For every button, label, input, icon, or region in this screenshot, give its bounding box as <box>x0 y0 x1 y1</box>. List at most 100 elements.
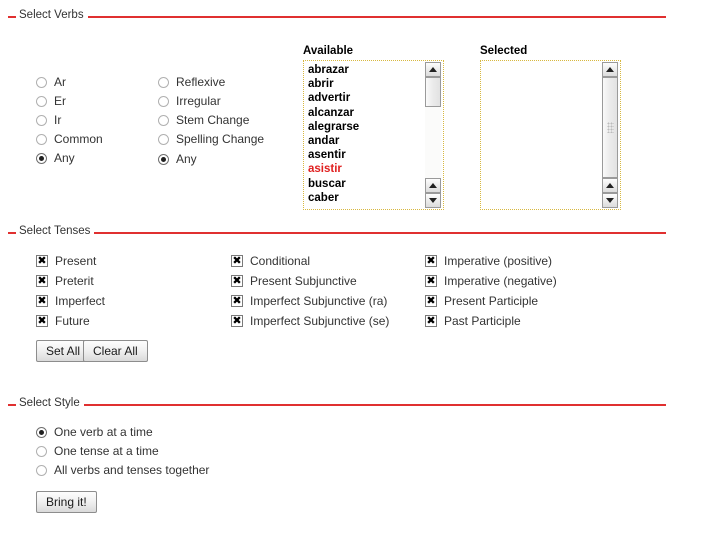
checkbox-present-subjunctive[interactable]: ✖ <box>231 275 243 287</box>
checkbox-imperative-positive[interactable]: ✖ <box>425 255 437 267</box>
radio-label-ar: Ar <box>54 75 66 89</box>
radio-row-stem-change[interactable]: Stem Change <box>158 112 249 128</box>
checkbox-imperative-negative[interactable]: ✖ <box>425 275 437 287</box>
radio-row-ar[interactable]: Ar <box>36 74 66 90</box>
radio-all-verbs-and-tenses[interactable] <box>36 464 47 476</box>
radio-reflexive[interactable] <box>158 76 169 88</box>
checkbox-row-imperfect-subjunctive-se[interactable]: ✖ Imperfect Subjunctive (se) <box>231 313 389 329</box>
checkbox-label-imperative-negative: Imperative (negative) <box>444 274 557 288</box>
radio-row-any-form[interactable]: Any <box>158 151 197 167</box>
radio-row-one-verb-at-a-time[interactable]: One verb at a time <box>36 424 153 440</box>
radio-label-stem-change: Stem Change <box>176 113 250 127</box>
radio-row-all-verbs-and-tenses[interactable]: All verbs and tenses together <box>36 462 209 478</box>
checkbox-row-present[interactable]: ✖ Present <box>36 253 96 269</box>
selected-list-items[interactable] <box>485 63 598 209</box>
scroll-up-arrow-icon-bottom[interactable] <box>602 178 618 193</box>
available-list-header: Available <box>303 45 354 57</box>
triangle-up-icon <box>429 183 437 188</box>
radio-any-type[interactable] <box>36 152 47 164</box>
bring-it-button[interactable]: Bring it! <box>36 491 97 513</box>
radio-row-spelling-change[interactable]: Spelling Change <box>158 131 264 147</box>
radio-label-any-type: Any <box>54 151 75 165</box>
radio-label-one-verb-at-a-time: One verb at a time <box>54 425 153 439</box>
set-all-button[interactable]: Set All <box>36 340 91 362</box>
radio-row-irregular[interactable]: Irregular <box>158 93 221 109</box>
radio-row-any-type[interactable]: Any <box>36 150 75 166</box>
checkmark-icon: ✖ <box>232 294 242 307</box>
scrollbar-thumb[interactable] <box>425 77 441 107</box>
checkbox-label-imperfect-subjunctive-se: Imperfect Subjunctive (se) <box>250 314 390 328</box>
checkbox-row-present-subjunctive[interactable]: ✖ Present Subjunctive <box>231 273 357 289</box>
available-listbox[interactable]: abrazar abrir advertir alcanzar alegrars… <box>303 60 444 210</box>
list-item[interactable]: asentir <box>308 148 421 162</box>
scroll-up-arrow-icon-bottom[interactable] <box>425 178 441 193</box>
checkmark-icon: ✖ <box>232 254 242 267</box>
checkbox-imperfect-subjunctive-ra[interactable]: ✖ <box>231 295 243 307</box>
list-item[interactable]: advertir <box>308 91 421 105</box>
radio-row-one-tense-at-a-time[interactable]: One tense at a time <box>36 443 159 459</box>
radio-ar[interactable] <box>36 76 47 88</box>
checkmark-icon: ✖ <box>426 254 436 267</box>
checkbox-row-imperfect-subjunctive-ra[interactable]: ✖ Imperfect Subjunctive (ra) <box>231 293 387 309</box>
radio-row-er[interactable]: Er <box>36 93 66 109</box>
checkmark-icon: ✖ <box>232 274 242 287</box>
list-item[interactable]: alcanzar <box>308 106 421 120</box>
radio-er[interactable] <box>36 95 47 107</box>
radio-label-common: Common <box>54 132 103 146</box>
radio-stem-change[interactable] <box>158 114 169 126</box>
checkmark-icon: ✖ <box>232 314 242 327</box>
radio-ir[interactable] <box>36 114 47 126</box>
checkbox-row-imperative-positive[interactable]: ✖ Imperative (positive) <box>425 253 552 269</box>
list-item[interactable]: andar <box>308 134 421 148</box>
checkbox-row-imperative-negative[interactable]: ✖ Imperative (negative) <box>425 273 557 289</box>
scrollbar-thumb[interactable] <box>602 77 618 178</box>
list-item[interactable]: abrazar <box>308 63 421 77</box>
list-item[interactable]: abrir <box>308 77 421 91</box>
scroll-down-arrow-icon[interactable] <box>425 193 441 208</box>
checkbox-label-present-participle: Present Participle <box>444 294 539 308</box>
selected-list-scrollbar[interactable] <box>602 62 619 208</box>
radio-label-spelling-change: Spelling Change <box>176 132 265 146</box>
radio-any-form[interactable] <box>158 153 169 165</box>
list-item[interactable]: caber <box>308 191 421 205</box>
scroll-up-arrow-icon[interactable] <box>602 62 618 77</box>
clear-all-button[interactable]: Clear All <box>83 340 148 362</box>
checkbox-imperfect[interactable]: ✖ <box>36 295 48 307</box>
checkbox-preterit[interactable]: ✖ <box>36 275 48 287</box>
checkbox-imperfect-subjunctive-se[interactable]: ✖ <box>231 315 243 327</box>
list-item[interactable]: alegrarse <box>308 120 421 134</box>
available-list-items[interactable]: abrazar abrir advertir alcanzar alegrars… <box>308 63 421 209</box>
available-list-scrollbar[interactable] <box>425 62 442 208</box>
radio-label-any-form: Any <box>176 152 197 166</box>
radio-common[interactable] <box>36 133 47 145</box>
scroll-down-arrow-icon[interactable] <box>602 193 618 208</box>
checkbox-conditional[interactable]: ✖ <box>231 255 243 267</box>
checkbox-row-past-participle[interactable]: ✖ Past Participle <box>425 313 521 329</box>
list-item[interactable]: asistir <box>308 162 421 176</box>
list-item[interactable]: buscar <box>308 177 421 191</box>
radio-row-reflexive[interactable]: Reflexive <box>158 74 225 90</box>
checkbox-present[interactable]: ✖ <box>36 255 48 267</box>
radio-spelling-change[interactable] <box>158 133 169 145</box>
checkbox-future[interactable]: ✖ <box>36 315 48 327</box>
triangle-up-icon <box>606 67 614 72</box>
checkbox-row-conditional[interactable]: ✖ Conditional <box>231 253 310 269</box>
triangle-down-icon <box>429 198 437 203</box>
checkmark-icon: ✖ <box>426 274 436 287</box>
checkbox-row-future[interactable]: ✖ Future <box>36 313 90 329</box>
radio-row-ir[interactable]: Ir <box>36 112 61 128</box>
radio-label-all-verbs-and-tenses: All verbs and tenses together <box>54 463 210 477</box>
checkbox-row-imperfect[interactable]: ✖ Imperfect <box>36 293 105 309</box>
selected-listbox[interactable] <box>480 60 621 210</box>
checkbox-present-participle[interactable]: ✖ <box>425 295 437 307</box>
select-style-fieldset: Select Style <box>8 397 666 409</box>
checkbox-row-present-participle[interactable]: ✖ Present Participle <box>425 293 538 309</box>
radio-one-verb-at-a-time[interactable] <box>36 426 47 438</box>
checkbox-row-preterit[interactable]: ✖ Preterit <box>36 273 94 289</box>
radio-irregular[interactable] <box>158 95 169 107</box>
radio-row-common[interactable]: Common <box>36 131 103 147</box>
radio-one-tense-at-a-time[interactable] <box>36 445 47 457</box>
checkbox-label-past-participle: Past Participle <box>444 314 521 328</box>
scroll-up-arrow-icon[interactable] <box>425 62 441 77</box>
checkbox-past-participle[interactable]: ✖ <box>425 315 437 327</box>
